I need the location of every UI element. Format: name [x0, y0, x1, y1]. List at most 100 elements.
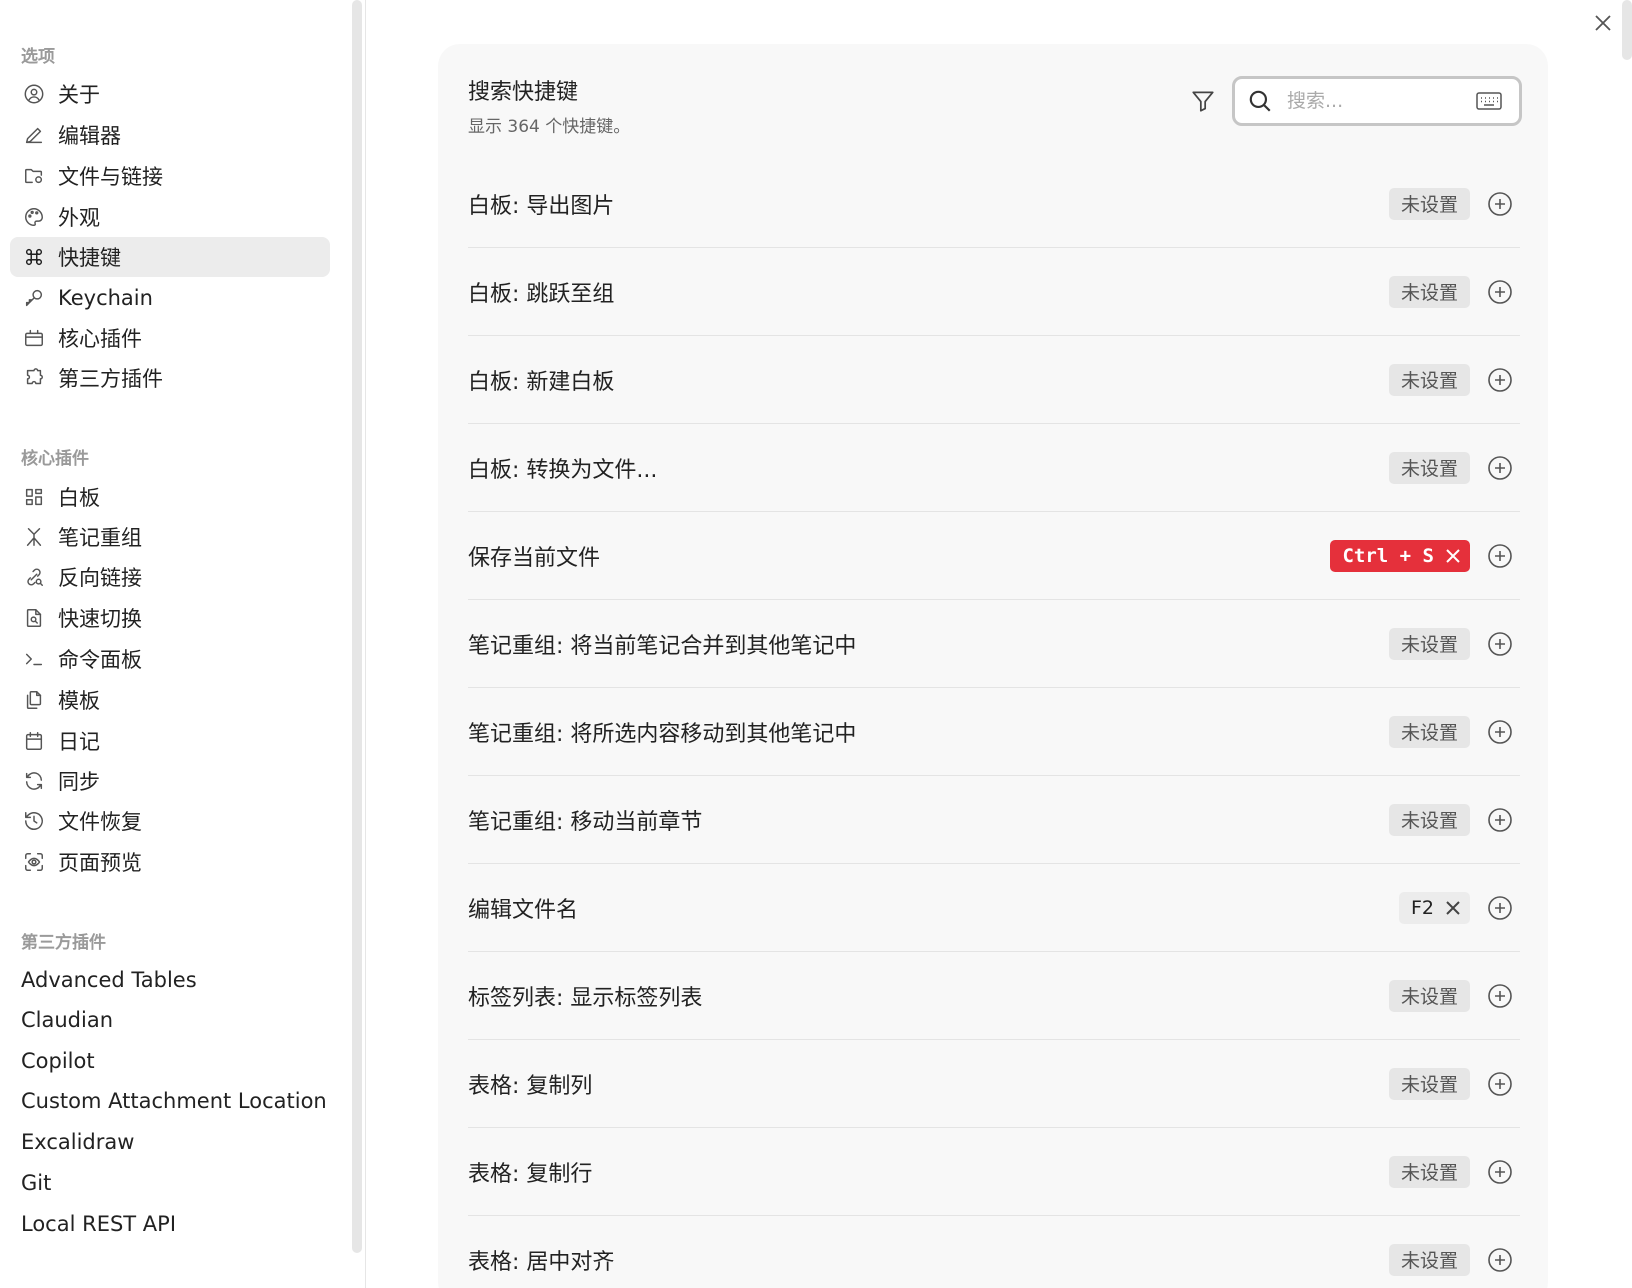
command-icon	[22, 245, 46, 269]
add-hotkey-button[interactable]	[1486, 806, 1514, 834]
hotkey-row: 笔记重组: 将所选内容移动到其他笔记中 未设置	[468, 688, 1520, 776]
sidebar-item-label: 编辑器	[58, 124, 121, 148]
section-title-core-plugins: 核心插件	[21, 449, 89, 469]
add-hotkey-button[interactable]	[1486, 1246, 1514, 1274]
sidebar-item-appearance[interactable]: 外观	[10, 197, 330, 237]
add-hotkey-button[interactable]	[1486, 894, 1514, 922]
plus-circle-icon	[1488, 1247, 1512, 1272]
add-hotkey-button[interactable]	[1486, 454, 1514, 482]
plus-circle-icon	[1488, 631, 1512, 656]
plus-circle-icon	[1488, 279, 1512, 304]
add-hotkey-button[interactable]	[1486, 1070, 1514, 1098]
settings-window: 选项 关于 编辑器 文件与链接 外观 快捷键 Keychain 核心插件 第三方…	[0, 0, 1632, 1288]
add-hotkey-button[interactable]	[1486, 630, 1514, 658]
add-hotkey-button[interactable]	[1486, 718, 1514, 746]
sidebar-item-custom-attachment-location[interactable]: Custom Attachment Location	[9, 1081, 329, 1121]
sidebar-item-editor[interactable]: 编辑器	[10, 115, 330, 155]
hotkey-row: 白板: 转换为文件... 未设置	[468, 424, 1520, 512]
add-hotkey-button[interactable]	[1486, 278, 1514, 306]
sidebar-item-git[interactable]: Git	[9, 1163, 329, 1203]
command-name: 保存当前文件	[468, 545, 601, 571]
sidebar-item-community-plugins[interactable]: 第三方插件	[10, 358, 330, 398]
hotkey-badge-unset: 未设置	[1388, 1067, 1470, 1100]
filter-button[interactable]	[1186, 86, 1220, 120]
sidebar-item-canvas[interactable]: 白板	[10, 477, 330, 517]
sidebar-scrollbar-thumb[interactable]	[352, 0, 362, 1253]
hotkey-row: 编辑文件名 F2	[468, 864, 1520, 952]
sidebar-item-backlinks[interactable]: 反向链接	[10, 557, 330, 597]
hotkey-badge-unset: 未设置	[1388, 1243, 1470, 1276]
sidebar-item-templates[interactable]: 模板	[10, 680, 330, 720]
hotkey-row: 白板: 跳跃至组 未设置	[468, 248, 1520, 336]
sidebar-item-excalidraw[interactable]: Excalidraw	[9, 1122, 329, 1162]
sidebar-item-label: 快捷键	[58, 246, 121, 270]
hotkey-text: F2	[1410, 896, 1434, 919]
plus-circle-icon	[1488, 1071, 1512, 1096]
plus-circle-icon	[1488, 543, 1512, 568]
add-hotkey-button[interactable]	[1486, 542, 1514, 570]
pencil-icon	[22, 123, 46, 147]
sidebar-item-page-preview[interactable]: 页面预览	[10, 842, 330, 882]
sidebar-item-about[interactable]: 关于	[10, 74, 330, 114]
hotkey-row: 表格: 居中对齐 未设置	[468, 1216, 1520, 1288]
remove-hotkey-button[interactable]	[1444, 899, 1462, 917]
main-scrollbar-thumb[interactable]	[1622, 0, 1632, 60]
history-icon	[22, 809, 46, 833]
sidebar-item-advanced-tables[interactable]: Advanced Tables	[9, 960, 329, 1000]
scan-eye-icon	[22, 850, 46, 874]
hotkey-badge-unset: 未设置	[1388, 715, 1470, 748]
plus-circle-icon	[1488, 191, 1512, 216]
sidebar-item-keychain[interactable]: Keychain	[10, 278, 330, 318]
sidebar-item-file-recovery[interactable]: 文件恢复	[10, 801, 330, 841]
sidebar-scroll-area: 选项 关于 编辑器 文件与链接 外观 快捷键 Keychain 核心插件 第三方…	[0, 0, 340, 1288]
sidebar-item-label: Git	[21, 1171, 52, 1195]
sidebar-item-hotkeys[interactable]: 快捷键	[10, 237, 330, 277]
sidebar-item-command-palette[interactable]: 命令面板	[10, 639, 330, 679]
command-name: 标签列表: 显示标签列表	[468, 985, 703, 1011]
add-hotkey-button[interactable]	[1486, 366, 1514, 394]
search-box	[1232, 76, 1522, 126]
sidebar-item-core-plugins[interactable]: 核心插件	[10, 318, 330, 358]
x-icon	[1446, 900, 1460, 915]
plus-circle-icon	[1488, 1159, 1512, 1184]
sidebar-item-label: Excalidraw	[21, 1130, 135, 1154]
key-icon	[22, 286, 46, 310]
command-name: 表格: 复制行	[468, 1161, 593, 1187]
settings-sidebar: 选项 关于 编辑器 文件与链接 外观 快捷键 Keychain 核心插件 第三方…	[0, 0, 352, 1288]
command-name: 表格: 复制列	[468, 1073, 593, 1099]
user-circle-icon	[22, 82, 46, 106]
palette-icon	[22, 205, 46, 229]
hotkey-badge-unset: 未设置	[1388, 1155, 1470, 1188]
command-name: 白板: 导出图片	[468, 193, 615, 219]
plus-circle-icon	[1488, 807, 1512, 832]
plus-circle-icon	[1488, 895, 1512, 920]
sidebar-item-files-links[interactable]: 文件与链接	[10, 156, 330, 196]
close-button[interactable]	[1588, 10, 1618, 40]
sidebar-item-label: 核心插件	[58, 327, 142, 351]
sidebar-item-label: Local REST API	[21, 1212, 177, 1236]
add-hotkey-button[interactable]	[1486, 982, 1514, 1010]
sidebar-item-label: Keychain	[58, 286, 153, 310]
plus-circle-icon	[1488, 367, 1512, 392]
hotkey-badge-unset: 未设置	[1388, 627, 1470, 660]
sidebar-item-daily-notes[interactable]: 日记	[10, 721, 330, 761]
search-input[interactable]	[1287, 90, 1467, 112]
sidebar-item-claudian[interactable]: Claudian	[9, 1000, 329, 1040]
keyboard-icon[interactable]	[1475, 89, 1503, 113]
hotkey-badge-unset: 未设置	[1388, 451, 1470, 484]
hotkey-list: 白板: 导出图片 未设置 白板: 跳跃至组 未设置 白板: 新建白板 未设置 白…	[468, 160, 1520, 1288]
add-hotkey-button[interactable]	[1486, 190, 1514, 218]
plugin-box-icon	[22, 326, 46, 350]
sidebar-item-label: 第三方插件	[58, 367, 163, 391]
sidebar-item-quick-switcher[interactable]: 快速切换	[10, 598, 330, 638]
sidebar-item-sync[interactable]: 同步	[10, 761, 330, 801]
panel-header: 搜索快捷键 显示 364 个快捷键。	[468, 74, 630, 137]
sidebar-item-label: Copilot	[21, 1049, 95, 1073]
sidebar-item-copilot[interactable]: Copilot	[9, 1041, 329, 1081]
command-name: 白板: 跳跃至组	[468, 281, 615, 307]
sidebar-item-note-composer[interactable]: 笔记重组	[10, 517, 330, 557]
sidebar-item-local-rest-api[interactable]: Local REST API	[9, 1204, 329, 1244]
remove-hotkey-button[interactable]	[1444, 547, 1462, 565]
add-hotkey-button[interactable]	[1486, 1158, 1514, 1186]
file-search-icon	[22, 606, 46, 630]
